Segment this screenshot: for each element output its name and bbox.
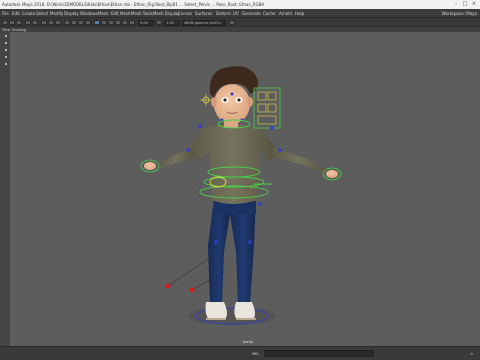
face-control-slider <box>267 103 277 113</box>
tool-box <box>0 32 10 346</box>
left-arm <box>156 148 196 168</box>
knee-pole-control <box>189 287 195 293</box>
camera-icon[interactable] <box>94 20 100 25</box>
minimize-icon[interactable]: - <box>452 1 460 8</box>
menu-modify[interactable]: Modify <box>50 11 63 16</box>
menu-mesh[interactable]: Mesh <box>98 11 109 16</box>
new-scene-icon[interactable] <box>2 20 8 25</box>
snap-surface-icon[interactable] <box>85 20 91 25</box>
menu-edit-mesh[interactable]: Edit Mesh <box>111 11 131 16</box>
rotate-tool-icon[interactable] <box>5 49 7 51</box>
shirt <box>188 124 278 204</box>
menu-create[interactable]: Create <box>22 11 35 16</box>
face-control-point <box>230 92 234 96</box>
hip-side-control <box>258 202 262 206</box>
menu-arnold[interactable]: Arnold <box>279 11 292 16</box>
camera-label: persp <box>243 340 253 344</box>
right-hand <box>326 170 338 178</box>
menu-edit[interactable]: Edit <box>12 11 20 16</box>
redo-icon[interactable] <box>32 20 38 25</box>
elbow-control <box>186 148 190 152</box>
left-pupil <box>223 98 227 102</box>
command-language-label[interactable]: MEL <box>252 352 259 356</box>
shoulder-control <box>270 126 274 130</box>
face-control-slider <box>257 115 277 125</box>
menu-deform[interactable]: Deform <box>216 11 231 16</box>
lights-icon[interactable] <box>122 20 128 25</box>
menu-surfaces[interactable]: Surfaces <box>195 11 212 16</box>
snap-curve-icon[interactable] <box>71 20 77 25</box>
close-icon[interactable]: × <box>470 1 478 8</box>
pole-vector-line <box>167 257 211 287</box>
menu-help[interactable]: Help <box>295 11 304 16</box>
gamma-field[interactable]: 1.00 <box>164 19 180 26</box>
select-tool-icon[interactable] <box>5 35 7 37</box>
shoulder-control <box>198 124 202 128</box>
left-ear <box>211 97 217 107</box>
right-arm <box>270 148 328 174</box>
color-space-field[interactable]: sRGB gamma (ACES) <box>182 19 226 26</box>
right-pupil <box>237 98 241 102</box>
save-scene-icon[interactable] <box>16 20 22 25</box>
snap-grid-icon[interactable] <box>64 20 70 25</box>
right-ear <box>247 97 253 107</box>
lasso-tool-icon[interactable] <box>48 20 54 25</box>
knee-control <box>248 240 252 244</box>
command-input[interactable] <box>264 350 374 357</box>
command-line-bar: MEL ≡ <box>0 346 480 360</box>
character-rig-scene <box>140 66 342 325</box>
main-menu-bar: File Edit Create Select Modify Display W… <box>0 9 480 17</box>
undo-icon[interactable] <box>25 20 31 25</box>
face-control-slider <box>267 91 277 101</box>
snap-point-icon[interactable] <box>78 20 84 25</box>
left-hand <box>144 162 156 170</box>
paint-select-icon[interactable] <box>55 20 61 25</box>
knee-control <box>214 240 218 244</box>
menu-generate[interactable]: Generate <box>242 11 261 16</box>
menu-windows[interactable]: Windows <box>80 11 98 16</box>
window-title-bar: Autodesk Maya 2018: D:\Work\3DMODELS\Kid… <box>0 0 480 9</box>
menu-select[interactable]: Select <box>36 11 48 16</box>
head <box>214 84 250 124</box>
menu-mesh-tools[interactable]: Mesh Tools <box>131 11 153 16</box>
menu-curves[interactable]: Curves <box>178 11 192 16</box>
open-scene-icon[interactable] <box>9 20 15 25</box>
left-shoe <box>205 302 227 320</box>
menu-file[interactable]: File <box>2 11 9 16</box>
menu-cache[interactable]: Cache <box>263 11 275 16</box>
ground-shadow <box>188 307 276 325</box>
select-tool-icon[interactable] <box>41 20 47 25</box>
menu-uv[interactable]: UV <box>233 11 239 16</box>
script-editor-icon[interactable]: ≡ <box>470 351 475 356</box>
status-line: 0.00 1.00 sRGB gamma (ACES) <box>0 17 480 26</box>
shadows-icon[interactable] <box>129 20 135 25</box>
scale-tool-icon[interactable] <box>5 56 7 58</box>
elbow-control <box>278 148 282 152</box>
right-sole <box>236 318 256 320</box>
face-control-slider <box>257 103 267 113</box>
textured-icon[interactable] <box>115 20 121 25</box>
maximize-icon[interactable]: □ <box>461 1 469 8</box>
right-shoe <box>234 302 255 320</box>
workspace-selector[interactable]: Workspace: Maya <box>442 11 477 16</box>
gamma-icon[interactable] <box>156 20 162 25</box>
menu-display[interactable]: Display <box>64 11 79 16</box>
face-control-slider <box>257 91 267 101</box>
left-sole <box>206 318 226 320</box>
viewport-persp[interactable]: persp <box>10 32 480 346</box>
wireframe-icon[interactable] <box>101 20 107 25</box>
move-tool-icon[interactable] <box>5 42 7 44</box>
view-transform-icon[interactable] <box>229 20 235 25</box>
window-title: Autodesk Maya 2018: D:\Work\3DMODELS\Kid… <box>2 2 265 7</box>
layout-icon[interactable] <box>5 63 7 65</box>
smooth-shade-icon[interactable] <box>108 20 114 25</box>
exposure-field[interactable]: 0.00 <box>138 19 154 26</box>
knee-pole-control <box>165 283 171 289</box>
menu-mesh-display[interactable]: Mesh Display <box>153 11 180 16</box>
